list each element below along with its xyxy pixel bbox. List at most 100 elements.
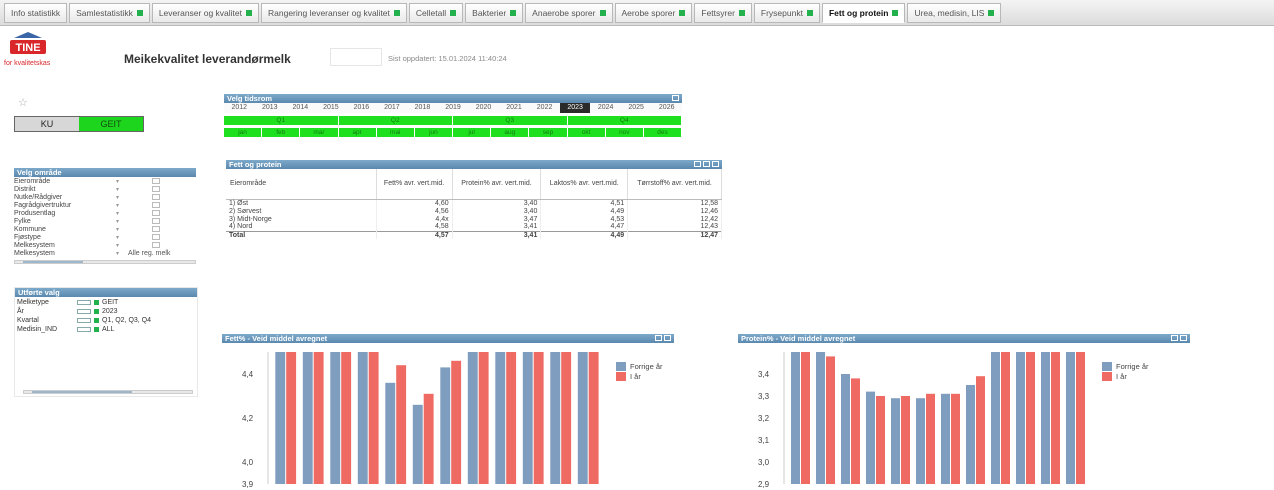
filter-checkbox[interactable] xyxy=(152,210,160,216)
year-option[interactable]: 2025 xyxy=(621,103,652,113)
month-option[interactable]: feb xyxy=(262,128,300,137)
column-header[interactable]: Eierområde xyxy=(226,169,377,200)
month-option[interactable]: okt xyxy=(567,128,605,137)
dropdown-icon[interactable]: ▾ xyxy=(116,226,124,233)
area-filter-row[interactable]: Kommune ▾ xyxy=(14,225,196,233)
column-header[interactable]: Fett% avr. vert.mid. xyxy=(376,169,453,200)
minimize-icon[interactable] xyxy=(664,335,671,341)
filter-checkbox[interactable] xyxy=(152,178,160,184)
dropdown-icon[interactable]: ▾ xyxy=(116,210,124,217)
year-option[interactable]: 2013 xyxy=(255,103,286,113)
clear-selection-icon[interactable] xyxy=(77,326,91,332)
filter-checkbox[interactable] xyxy=(152,202,160,208)
minimize-icon[interactable] xyxy=(672,95,679,101)
year-option[interactable]: 2023 xyxy=(559,103,591,113)
tab-4[interactable]: Celletall xyxy=(408,2,464,23)
area-filter-row[interactable]: Nutke/Rådgiver ▾ xyxy=(14,193,196,201)
selections-scrollbar[interactable] xyxy=(23,390,193,394)
minimize-icon[interactable] xyxy=(712,161,719,167)
year-option[interactable]: 2016 xyxy=(346,103,377,113)
tab-6[interactable]: Anaerobe sporer xyxy=(525,2,613,23)
area-filter-row[interactable]: Distrikt ▾ xyxy=(14,185,196,193)
area-filter-row[interactable]: Eierområde ▾ xyxy=(14,177,196,185)
year-option[interactable]: 2022 xyxy=(529,103,560,113)
area-filter-row[interactable]: Melkesystem ▾ xyxy=(14,241,196,249)
quarter-option[interactable]: Q2 xyxy=(338,116,452,125)
dropdown-icon[interactable]: ▾ xyxy=(116,186,124,193)
filter-checkbox[interactable] xyxy=(152,218,160,224)
year-option[interactable]: 2012 xyxy=(224,103,255,113)
print-icon[interactable] xyxy=(703,161,710,167)
clear-selection-icon[interactable] xyxy=(77,308,91,314)
tab-0[interactable]: Info statistikk xyxy=(4,2,68,23)
filter-checkbox[interactable] xyxy=(152,234,160,240)
month-option[interactable]: aug xyxy=(491,128,529,137)
clear-selection-icon[interactable] xyxy=(77,317,91,323)
filter-checkbox[interactable] xyxy=(152,186,160,192)
area-filter-row[interactable]: Fagrådgivertruktur ▾ xyxy=(14,201,196,209)
bookmark-star-icon[interactable]: ☆ xyxy=(18,96,28,109)
export-icon[interactable] xyxy=(694,161,701,167)
dropdown-icon[interactable]: ▾ xyxy=(116,202,124,209)
area-filter-row[interactable]: Fjøstype ▾ xyxy=(14,233,196,241)
quarter-option[interactable]: Q3 xyxy=(453,116,567,125)
month-option[interactable]: jul xyxy=(453,128,491,137)
toggle-ku[interactable]: KU xyxy=(15,117,79,131)
year-option[interactable]: 2015 xyxy=(316,103,347,113)
filter-checkbox[interactable] xyxy=(152,194,160,200)
filter-checkbox[interactable] xyxy=(152,226,160,232)
month-option[interactable]: nov xyxy=(605,128,643,137)
month-option[interactable]: des xyxy=(643,128,682,137)
dropdown-icon[interactable]: ▾ xyxy=(116,218,124,225)
table-row[interactable]: 2) Sørvest 4,56 3,40 4,49 12,46 xyxy=(226,207,722,215)
area-scrollbar[interactable] xyxy=(14,260,196,264)
tab-2[interactable]: Leveranser og kvalitet xyxy=(151,2,259,23)
year-option[interactable]: 2018 xyxy=(407,103,438,113)
column-header[interactable]: Laktos% avr. vert.mid. xyxy=(540,169,629,200)
table-row[interactable]: 3) Midt-Norge 4,4x 3,47 4,53 12,42 xyxy=(226,215,722,223)
month-option[interactable]: jun xyxy=(414,128,453,137)
year-option[interactable]: 2017 xyxy=(377,103,408,113)
column-header[interactable]: Tørrstoff% avr. vert.mid. xyxy=(627,169,722,200)
table-row[interactable]: 1) Øst 4,60 3,40 4,51 12,58 xyxy=(226,199,722,207)
tab-8[interactable]: Fettsyrer xyxy=(694,2,752,23)
month-option[interactable]: mai xyxy=(376,128,414,137)
month-option[interactable]: mar xyxy=(300,128,338,137)
year-option[interactable]: 2019 xyxy=(438,103,469,113)
dropdown-icon[interactable]: ▾ xyxy=(116,234,124,241)
export-icon[interactable] xyxy=(655,335,662,341)
year-option[interactable]: 2020 xyxy=(468,103,499,113)
clear-selection-icon[interactable] xyxy=(77,299,91,305)
year-option[interactable]: 2021 xyxy=(499,103,530,113)
tab-9[interactable]: Frysepunkt xyxy=(753,2,820,23)
month-option[interactable]: sep xyxy=(529,128,567,137)
month-option[interactable]: jan xyxy=(224,128,262,137)
year-option[interactable]: 2026 xyxy=(651,103,682,113)
dropdown-icon[interactable]: ▾ xyxy=(116,178,124,185)
table-row[interactable]: Total 4,57 3,41 4,49 12,47 xyxy=(226,230,722,239)
dropdown-icon[interactable]: ▾ xyxy=(116,242,124,249)
table-row[interactable]: 4) Nord 4,58 3,41 4,47 12,43 xyxy=(226,223,722,231)
export-icon[interactable] xyxy=(1171,335,1178,341)
tab-1[interactable]: Samlestatistikk xyxy=(69,2,150,23)
quarter-option[interactable]: Q4 xyxy=(567,116,681,125)
toggle-geit[interactable]: GEIT xyxy=(79,117,143,131)
year-option[interactable]: 2024 xyxy=(590,103,621,113)
tab-7[interactable]: Aerobe sporer xyxy=(614,2,693,23)
tab-5[interactable]: Bakterier xyxy=(465,2,524,23)
quarter-option[interactable]: Q1 xyxy=(224,116,338,125)
tab-3[interactable]: Rangering leveranser og kvalitet xyxy=(261,2,407,23)
dropdown-icon[interactable]: ▾ xyxy=(116,194,124,201)
milk-type-toggle[interactable]: KU GEIT xyxy=(14,116,144,132)
month-option[interactable]: apr xyxy=(338,128,376,137)
dropdown-icon[interactable]: ▾ xyxy=(116,250,124,257)
minimize-icon[interactable] xyxy=(1180,335,1187,341)
area-filter-row[interactable]: Fylke ▾ xyxy=(14,217,196,225)
tab-10[interactable]: Fett og protein xyxy=(821,2,906,23)
filter-checkbox[interactable] xyxy=(152,242,160,248)
area-filter-row[interactable]: Melkesystem ▾ Alle reg. melk xyxy=(14,249,196,257)
tab-11[interactable]: Urea, medisin, LIS xyxy=(907,2,1002,23)
year-option[interactable]: 2014 xyxy=(285,103,316,113)
column-header[interactable]: Protein% avr. vert.mid. xyxy=(452,169,542,200)
area-filter-row[interactable]: Produsentlag ▾ xyxy=(14,209,196,217)
